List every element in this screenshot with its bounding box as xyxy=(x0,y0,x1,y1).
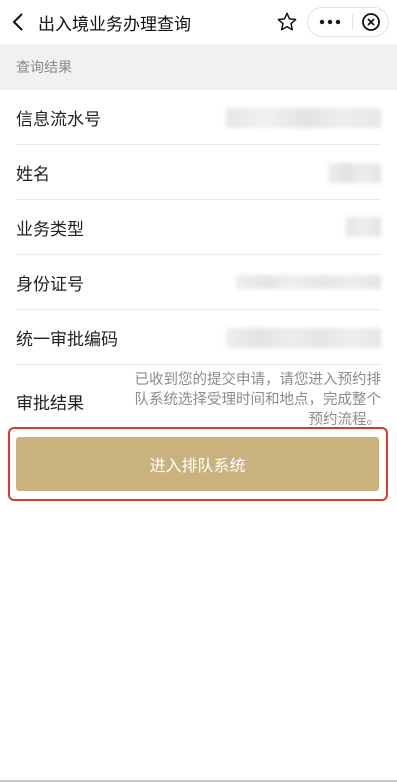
field-row-serial-number: 信息流水号 xyxy=(0,90,397,145)
approval-result-label: 审批结果 xyxy=(16,394,84,414)
field-row-business-type: 业务类型 xyxy=(0,200,397,255)
field-label: 身份证号 xyxy=(16,275,84,295)
row-divider xyxy=(16,364,381,365)
field-row-name: 姓名 xyxy=(0,145,397,200)
back-button[interactable] xyxy=(0,0,36,44)
close-button[interactable] xyxy=(353,8,388,36)
field-label: 业务类型 xyxy=(16,220,84,240)
more-dots-icon xyxy=(319,19,341,25)
chevron-left-icon xyxy=(12,13,23,31)
approval-result-text: 已收到您的提交申请，请您进入预约排队系统选择受理时间和地点，完成整个预约流程。 xyxy=(134,372,382,428)
section-header: 查询结果 xyxy=(0,44,397,90)
redacted-value xyxy=(226,328,381,348)
redacted-value xyxy=(346,217,381,237)
more-button[interactable] xyxy=(308,8,352,36)
field-label: 姓名 xyxy=(16,165,50,185)
field-label: 信息流水号 xyxy=(16,110,101,130)
redacted-value xyxy=(328,163,381,183)
redacted-value xyxy=(236,275,381,289)
close-circle-icon xyxy=(361,13,380,31)
star-icon xyxy=(277,12,297,31)
favorite-button[interactable] xyxy=(275,11,299,33)
field-row-id-number: 身份证号 xyxy=(0,255,397,310)
redacted-value xyxy=(226,108,381,128)
page-title: 出入境业务办理查询 xyxy=(38,14,191,35)
section-title: 查询结果 xyxy=(16,60,72,76)
field-label: 统一审批编码 xyxy=(16,330,118,350)
field-row-approval-code: 统一审批编码 xyxy=(0,310,397,365)
mini-program-capsule xyxy=(307,7,389,37)
enter-queue-system-button[interactable]: 进入排队系统 xyxy=(16,437,379,491)
